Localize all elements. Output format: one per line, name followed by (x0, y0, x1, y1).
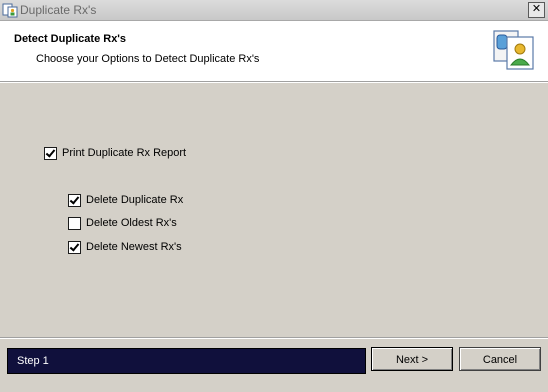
step-label: Step 1 (17, 355, 49, 367)
window-title: Duplicate Rx's (20, 3, 97, 17)
page-title: Detect Duplicate Rx's (14, 33, 127, 45)
print-report-label: Print Duplicate Rx Report (62, 147, 187, 159)
print-report-option[interactable]: Print Duplicate Rx Report (44, 146, 186, 160)
header-divider (0, 82, 548, 83)
step-indicator: Step 1 (7, 348, 366, 374)
delete-oldest-option[interactable]: Delete Oldest Rx's (68, 216, 177, 230)
next-button[interactable]: Next > (371, 347, 453, 371)
cancel-button[interactable]: Cancel (459, 347, 541, 371)
delete-duplicate-option[interactable]: Delete Duplicate Rx (68, 193, 183, 207)
delete-newest-option[interactable]: Delete Newest Rx's (68, 240, 182, 254)
app-icon (2, 2, 18, 18)
close-button[interactable]: ✕ (528, 2, 545, 18)
delete-duplicate-checkbox[interactable] (68, 193, 81, 207)
delete-newest-checkbox[interactable] (68, 240, 81, 254)
print-report-checkbox[interactable] (44, 146, 57, 160)
title-bar[interactable]: Duplicate Rx's ✕ (0, 0, 548, 21)
delete-oldest-checkbox[interactable] (68, 216, 81, 230)
delete-oldest-label: Delete Oldest Rx's (86, 217, 177, 229)
delete-duplicate-label: Delete Duplicate Rx (86, 194, 184, 206)
page-subtitle: Choose your Options to Detect Duplicate … (36, 53, 260, 65)
footer-divider-highlight (0, 338, 548, 339)
delete-newest-label: Delete Newest Rx's (86, 241, 182, 253)
close-icon: ✕ (531, 3, 542, 15)
wizard-window: Duplicate Rx's ✕ Detect Duplicate Rx's C… (0, 0, 548, 392)
users-icon (491, 25, 539, 73)
wizard-header: Detect Duplicate Rx's Choose your Option… (0, 21, 548, 82)
